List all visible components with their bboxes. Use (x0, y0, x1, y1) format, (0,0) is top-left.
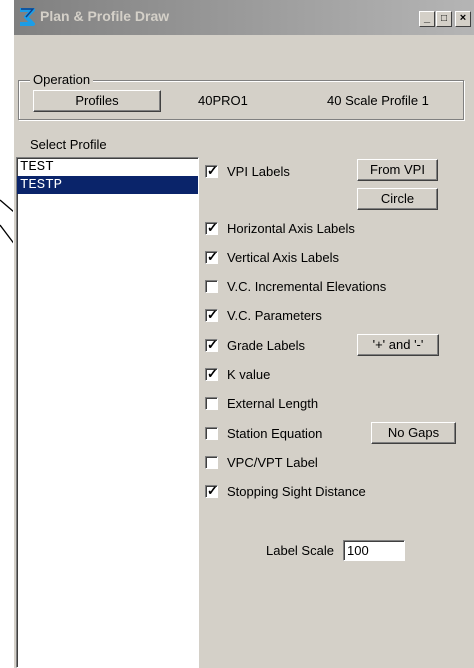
profiles-button-label: Profiles (75, 93, 119, 108)
no-gaps-button[interactable]: No Gaps (371, 422, 456, 444)
from-vpi-label: From VPI (370, 162, 425, 177)
option-label: V.C. Incremental Elevations (227, 278, 387, 294)
option-vpi-labels[interactable]: ✓ VPI Labels (205, 161, 290, 181)
label-scale-label: Label Scale (266, 543, 334, 558)
operation-code: 40PRO1 (198, 93, 248, 108)
profiles-button[interactable]: Profiles (33, 90, 161, 112)
checkbox[interactable] (205, 279, 218, 293)
checkbox[interactable]: ✓ (205, 482, 218, 498)
select-profile-label: Select Profile (30, 137, 107, 152)
checkmark-icon: ✓ (207, 306, 218, 322)
option-label: Stopping Sight Distance (227, 483, 366, 499)
checkbox[interactable]: ✓ (205, 248, 218, 264)
grade-signs-button[interactable]: '+' and '-' (357, 334, 439, 356)
checkbox[interactable] (205, 455, 218, 469)
option-vpc-vpt-label[interactable]: VPC/VPT Label (205, 452, 318, 472)
checkmark-icon: ✓ (207, 162, 218, 178)
option-label: Station Equation (227, 425, 323, 441)
option-label: Horizontal Axis Labels (227, 220, 355, 236)
option-vc-parameters[interactable]: ✓ V.C. Parameters (205, 305, 322, 325)
checkmark-icon: ✓ (207, 219, 218, 235)
window-title: Plan & Profile Draw (40, 8, 170, 24)
option-label: Grade Labels (227, 337, 306, 353)
option-horizontal-axis-labels[interactable]: ✓ Horizontal Axis Labels (205, 218, 355, 238)
minimize-button[interactable]: _ (419, 11, 435, 27)
checkbox[interactable] (205, 426, 218, 440)
option-stopping-sight-distance[interactable]: ✓ Stopping Sight Distance (205, 481, 366, 501)
maximize-button[interactable]: □ (436, 11, 452, 27)
maximize-icon: □ (440, 13, 448, 24)
checkbox[interactable]: ✓ (205, 306, 218, 322)
checkbox[interactable]: ✓ (205, 365, 218, 381)
checkbox[interactable]: ✓ (205, 219, 218, 235)
circle-button[interactable]: Circle (357, 188, 438, 210)
option-label: External Length (227, 395, 319, 411)
from-vpi-button[interactable]: From VPI (357, 159, 438, 181)
label-scale-input[interactable]: 100 (343, 540, 405, 561)
checkmark-icon: ✓ (207, 248, 218, 264)
option-external-length[interactable]: External Length (205, 393, 318, 413)
plan-profile-dialog: Plan & Profile Draw _ □ × Operation Prof… (13, 0, 474, 668)
option-k-value[interactable]: ✓ K value (205, 364, 270, 384)
option-label: V.C. Parameters (227, 307, 322, 323)
profile-listbox[interactable]: TEST TESTP (16, 157, 199, 668)
option-vertical-axis-labels[interactable]: ✓ Vertical Axis Labels (205, 247, 339, 267)
title-bar[interactable]: Plan & Profile Draw _ □ × (14, 0, 474, 35)
checkmark-icon: ✓ (207, 365, 218, 381)
option-station-equation[interactable]: Station Equation (205, 423, 322, 443)
minimize-icon: _ (423, 12, 431, 24)
no-gaps-label: No Gaps (387, 425, 440, 440)
list-item[interactable]: TESTP (17, 176, 198, 194)
list-item[interactable]: TEST (17, 158, 198, 176)
option-label: VPC/VPT Label (227, 454, 318, 470)
operation-group-label: Operation (30, 72, 94, 87)
circle-label: Circle (380, 191, 415, 206)
checkmark-icon: ✓ (207, 482, 218, 498)
option-label: K value (227, 366, 271, 382)
checkbox[interactable]: ✓ (205, 162, 218, 178)
checkbox[interactable]: ✓ (205, 336, 218, 352)
operation-description: 40 Scale Profile 1 (327, 93, 429, 108)
checkmark-icon: ✓ (207, 336, 218, 352)
option-vc-incremental-elevations[interactable]: V.C. Incremental Elevations (205, 276, 386, 296)
app-logo-icon (20, 8, 35, 26)
option-label: Vertical Axis Labels (227, 249, 340, 265)
close-button[interactable]: × (455, 11, 471, 27)
option-grade-labels[interactable]: ✓ Grade Labels (205, 335, 305, 355)
option-label: VPI Labels (227, 163, 290, 179)
close-icon: × (459, 12, 467, 24)
checkbox[interactable] (205, 396, 218, 410)
grade-signs-label: '+' and '-' (372, 337, 424, 352)
